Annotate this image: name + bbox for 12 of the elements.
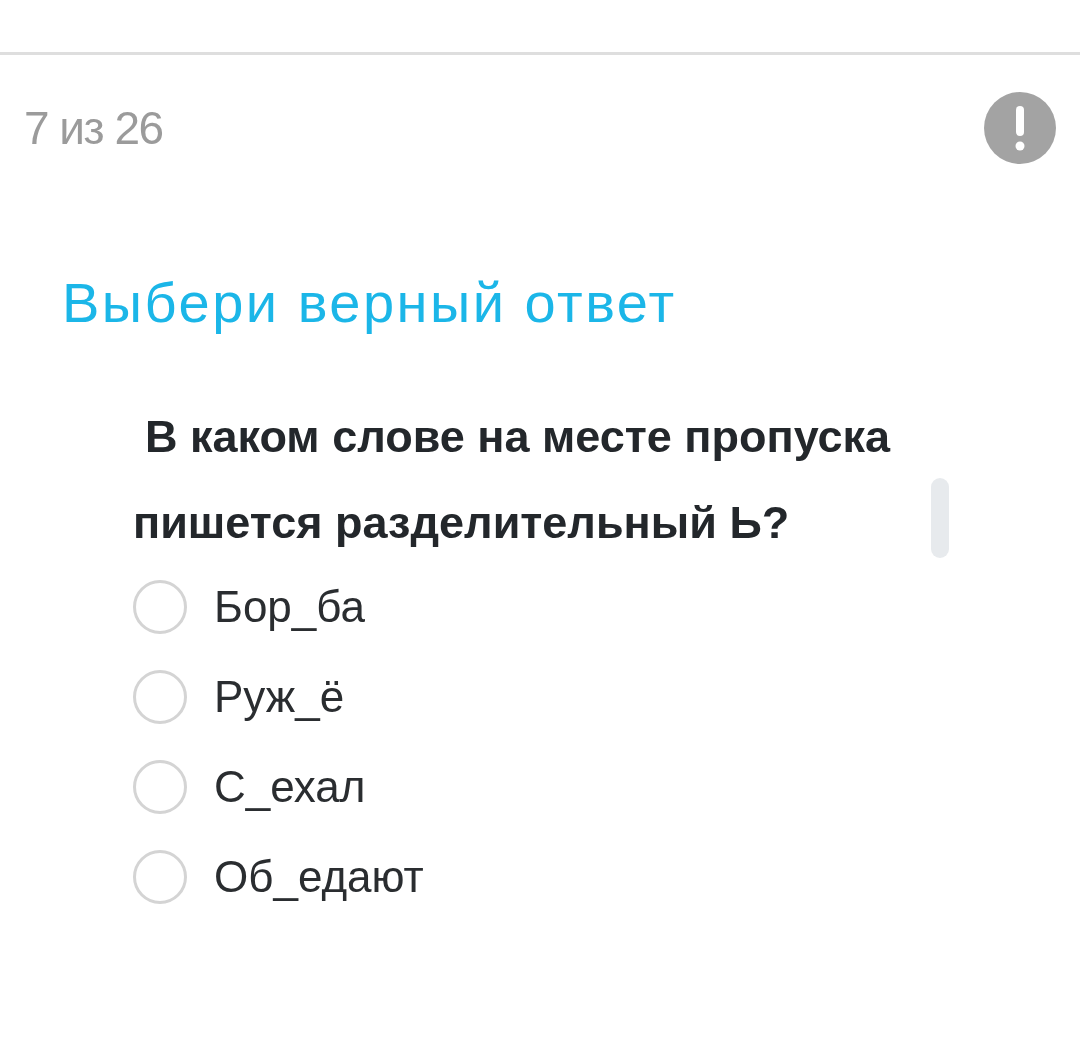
question-counter: 7 из 26 [24,101,163,155]
radio-button[interactable] [133,580,187,634]
radio-button[interactable] [133,850,187,904]
option-label[interactable]: С_ехал [214,762,366,812]
question-text: В каком слове на месте пропуска пишется разделительный Ь? [133,410,892,550]
option-label[interactable]: Об_едают [214,852,424,902]
option-label[interactable]: Бор_ба [214,582,365,632]
radio-button[interactable] [133,670,187,724]
radio-button[interactable] [133,760,187,814]
alert-icon[interactable] [984,92,1056,164]
option-label[interactable]: Руж_ё [214,672,345,722]
task-title: Выбери верный ответ [62,270,677,336]
